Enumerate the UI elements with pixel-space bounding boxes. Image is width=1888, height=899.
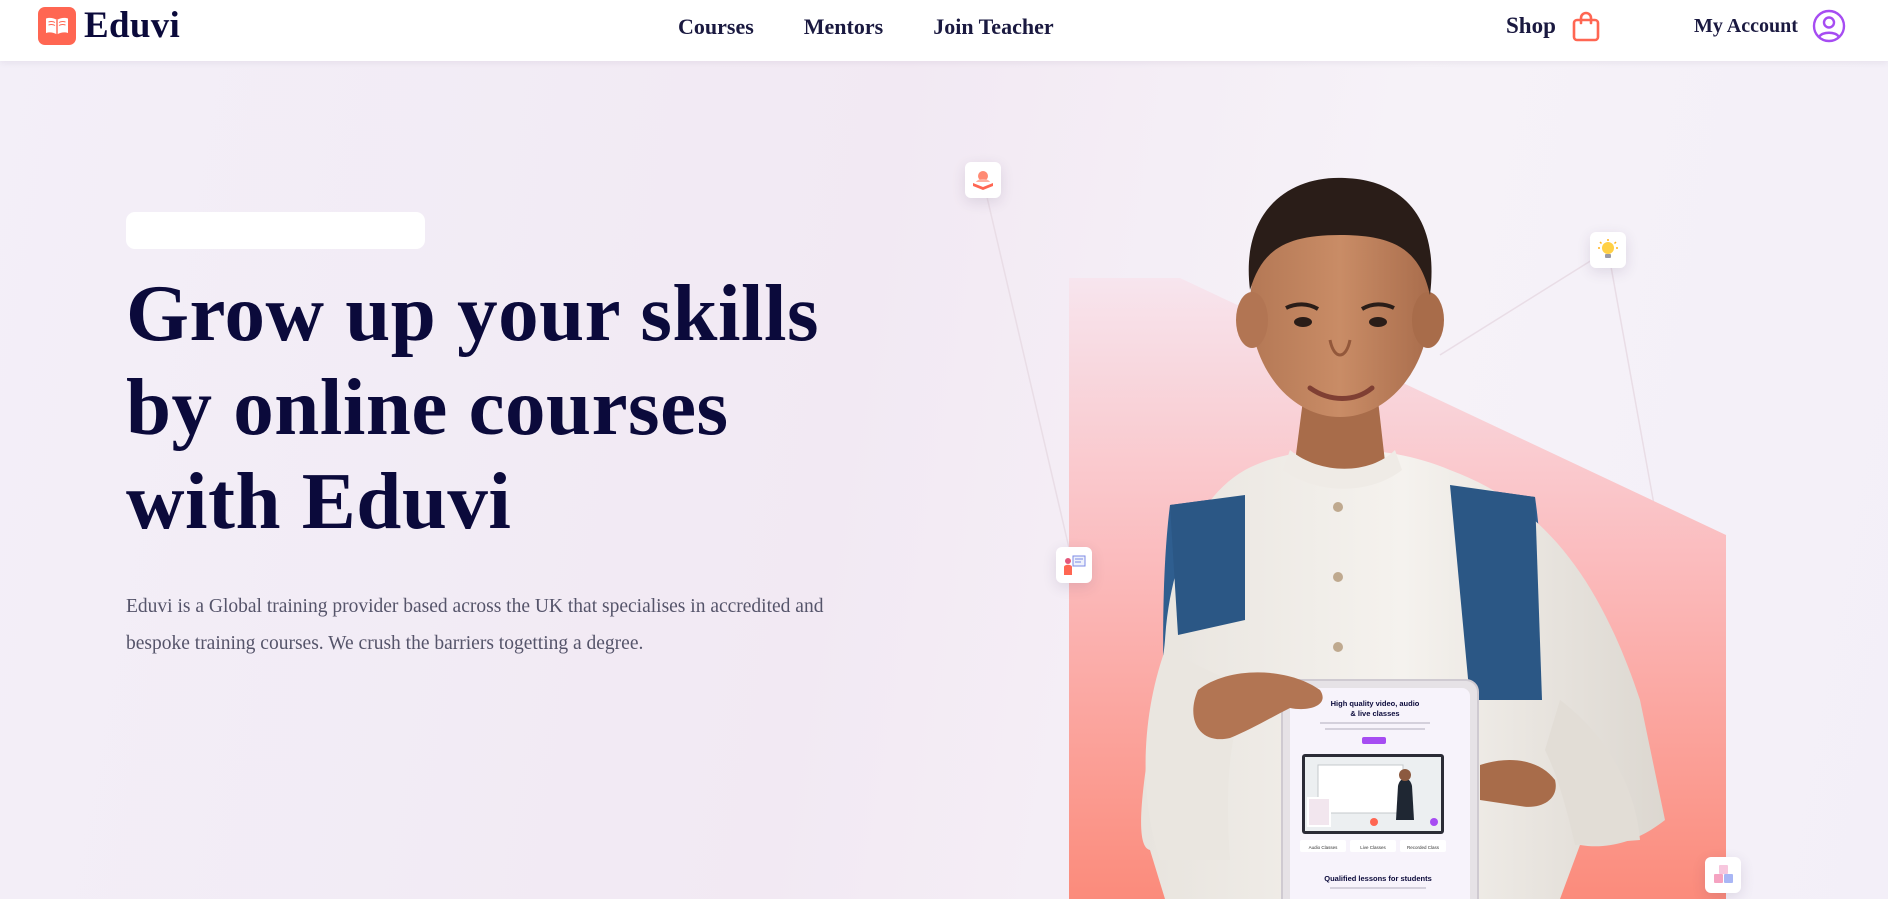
hero-title: Grow up your skills by online courses wi… <box>126 266 886 548</box>
main-nav: Courses Mentors Join Teacher <box>678 14 1054 40</box>
tablet-feature: Audio Classes <box>1309 845 1339 850</box>
shopping-bag-icon <box>1572 11 1600 42</box>
tablet-heading-line: & live classes <box>1350 709 1399 718</box>
hero-title-line: Grow up your skills <box>126 268 819 358</box>
teacher-board-icon <box>1056 547 1092 583</box>
top-navbar: Eduvi Courses Mentors Join Teacher Shop … <box>0 0 1888 61</box>
hero-description-line: bespoke training courses. We crush the b… <box>126 633 644 654</box>
lightbulb-icon <box>1590 232 1626 268</box>
nav-mentors[interactable]: Mentors <box>804 14 883 40</box>
user-circle-icon <box>1812 9 1846 43</box>
tablet-heading-line: High quality video, audio <box>1331 699 1420 708</box>
alphabet-blocks-icon <box>1705 857 1741 893</box>
hero-badge-pill <box>126 212 425 249</box>
hero-title-line: with Eduvi <box>126 456 512 546</box>
nav-courses[interactable]: Courses <box>678 14 754 40</box>
logo[interactable]: Eduvi <box>38 7 180 45</box>
shop-label: Shop <box>1506 13 1556 38</box>
hero-description: Eduvi is a Global training provider base… <box>126 588 886 662</box>
hero-title-line: by online courses <box>126 362 729 452</box>
my-account-link[interactable]: My Account <box>1694 9 1846 43</box>
account-label: My Account <box>1694 15 1798 37</box>
tablet-feature: Recorded Class <box>1407 845 1440 850</box>
tablet-bottom-heading: Qualified lessons for students <box>1324 874 1432 883</box>
nav-join-teacher[interactable]: Join Teacher <box>933 14 1053 40</box>
reading-book-icon <box>965 162 1001 198</box>
tablet-feature: Live Classes <box>1360 845 1386 850</box>
brand-name: Eduvi <box>84 5 181 46</box>
open-book-icon <box>38 7 76 45</box>
shop-link[interactable]: Shop <box>1506 10 1601 42</box>
hero-description-line: Eduvi is a Global training provider base… <box>126 596 824 617</box>
